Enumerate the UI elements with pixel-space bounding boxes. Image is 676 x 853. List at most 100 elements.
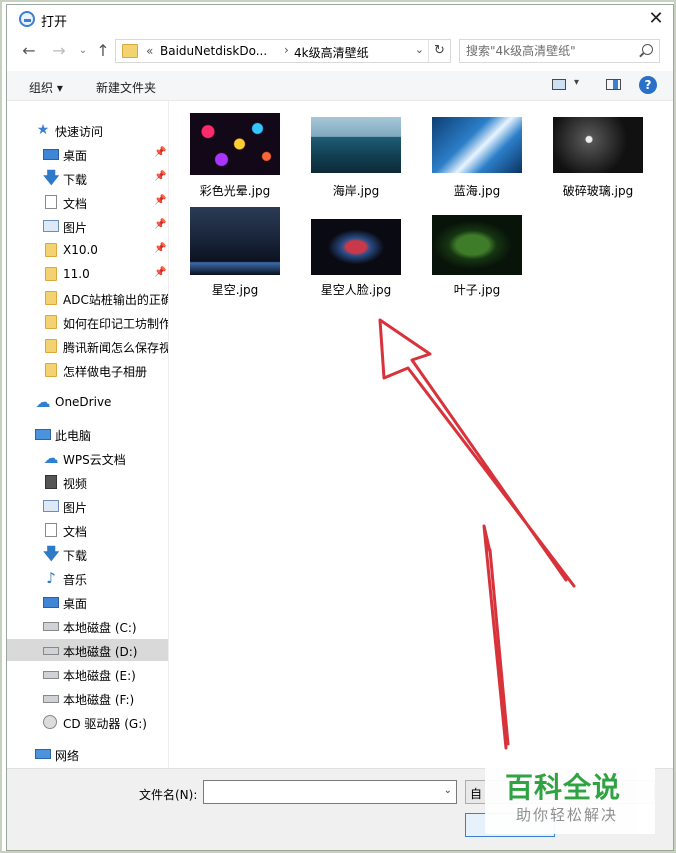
preview-pane-icon[interactable] <box>606 79 621 90</box>
sidebar-item-label: 桌面 <box>63 597 88 611</box>
sidebar-item-downloads[interactable]: 🡇 下载 📌 <box>7 167 168 189</box>
filename-label: 文件名(N): <box>139 788 198 802</box>
sidebar-item-label: ADC站桩输出的正确 <box>63 293 169 307</box>
download-icon: 🡇 <box>43 168 60 187</box>
sidebar-item-yinji[interactable]: 如何在印记工坊制作 <box>7 311 168 333</box>
forward-button[interactable]: → <box>49 41 69 61</box>
sidebar-item-drive-c[interactable]: 本地磁盘 (C:) <box>7 615 168 637</box>
sidebar-item-photo-album[interactable]: 怎样做电子相册 <box>7 359 168 381</box>
sidebar-item-drive-f[interactable]: 本地磁盘 (F:) <box>7 687 168 709</box>
sidebar-item-desktop-pc[interactable]: 桌面 <box>7 591 168 613</box>
sidebar-item-quick-access[interactable]: ★ 快速访问 <box>7 119 168 141</box>
file-tile[interactable]: 星空人脸.jpg <box>301 205 411 305</box>
drive-icon <box>43 695 59 703</box>
sidebar-item-label: 文档 <box>63 525 88 539</box>
sidebar-item-wps-cloud[interactable]: ☁ WPS云文档 <box>7 447 168 469</box>
sidebar-item-label: 本地磁盘 (C:) <box>63 621 137 635</box>
change-view-icon[interactable] <box>552 79 566 90</box>
search-box[interactable] <box>459 39 660 63</box>
file-tile[interactable]: 星空.jpg <box>180 205 290 305</box>
sidebar-item-label: 本地磁盘 (D:) <box>63 645 138 659</box>
file-name: 彩色光晕.jpg <box>199 184 271 198</box>
sidebar-item-label: 本地磁盘 (E:) <box>63 669 136 683</box>
sidebar-item-label: 文档 <box>63 197 88 211</box>
file-tile[interactable]: 叶子.jpg <box>422 205 532 305</box>
organize-menu[interactable]: 组织 ▾ <box>29 79 63 96</box>
file-list: 彩色光晕.jpg 海岸.jpg 蓝海.jpg 破碎玻璃.jpg 星空.jpg 星… <box>170 101 673 768</box>
pin-icon: 📌 <box>154 243 167 254</box>
file-tile[interactable]: 破碎玻璃.jpg <box>543 111 653 211</box>
sidebar-item-label: OneDrive <box>55 395 112 409</box>
sidebar-item-label: 怎样做电子相册 <box>63 365 148 379</box>
folder-icon <box>45 243 57 257</box>
up-button[interactable]: ↑ <box>93 41 113 61</box>
file-type-label: 自 <box>470 787 483 801</box>
watermark-title: 百科全说 <box>505 771 622 804</box>
image-thumbnail <box>432 215 522 275</box>
new-folder-button[interactable]: 新建文件夹 <box>96 79 156 96</box>
sidebar-item-adc[interactable]: ADC站桩输出的正确 <box>7 287 169 309</box>
search-input[interactable] <box>466 43 636 59</box>
drive-icon <box>43 671 59 679</box>
filename-input[interactable] <box>208 784 433 800</box>
sidebar-item-11[interactable]: 11.0 📌 <box>7 263 168 285</box>
file-tile[interactable]: 彩色光晕.jpg <box>180 111 290 211</box>
recent-locations-chevron-icon[interactable]: ⌄ <box>73 41 93 61</box>
file-tile[interactable]: 蓝海.jpg <box>422 111 532 211</box>
file-name: 星空.jpg <box>211 283 259 297</box>
back-button[interactable]: ← <box>19 41 39 61</box>
sidebar-item-pictures-pc[interactable]: 图片 <box>7 495 168 517</box>
filename-dropdown-icon[interactable]: ⌄ <box>444 785 452 796</box>
pin-icon: 📌 <box>154 171 167 182</box>
help-icon[interactable]: ? <box>639 76 657 94</box>
sidebar-item-label: 11.0 <box>63 267 90 281</box>
app-icon <box>19 11 35 27</box>
sidebar-item-onedrive[interactable]: ☁ OneDrive <box>7 391 168 413</box>
sidebar-item-drive-d[interactable]: 本地磁盘 (D:) <box>7 639 168 661</box>
sidebar-item-label: 网络 <box>55 749 80 763</box>
sidebar-item-label: 本地磁盘 (F:) <box>63 693 135 707</box>
pin-icon: 📌 <box>154 195 167 206</box>
sidebar-item-downloads-pc[interactable]: 🡇 下载 <box>7 543 168 565</box>
image-thumbnail <box>190 207 280 275</box>
sidebar-item-network[interactable]: 网络 <box>7 743 168 765</box>
title-bar: 打开 ✕ <box>7 5 673 33</box>
cd-drive-icon <box>43 715 57 729</box>
address-row: ← → ⌄ ↑ « BaiduNetdiskDo... › 4k级高清壁纸 ⌄ … <box>7 33 673 71</box>
sidebar-item-videos[interactable]: 视频 <box>7 471 168 493</box>
watermark-logo: 百科全说 助你轻松解决 <box>485 754 655 834</box>
breadcrumb-separator-icon[interactable]: › <box>284 43 289 57</box>
sidebar-item-label: CD 驱动器 (G:) <box>63 717 147 731</box>
sidebar-item-tencent-news[interactable]: 腾讯新闻怎么保存视 <box>7 335 168 357</box>
sidebar-item-label: WPS云文档 <box>63 453 126 467</box>
sidebar-item-desktop[interactable]: 桌面 📌 <box>7 143 168 165</box>
pin-icon: 📌 <box>154 267 167 278</box>
filename-combobox[interactable]: ⌄ <box>203 780 457 804</box>
sidebar-item-documents-pc[interactable]: 文档 <box>7 519 168 541</box>
breadcrumb-segment-current[interactable]: 4k级高清壁纸 <box>294 44 369 61</box>
sidebar-item-label: 图片 <box>63 221 88 235</box>
refresh-button[interactable]: ↻ <box>428 40 450 62</box>
search-icon[interactable] <box>642 44 653 55</box>
file-name: 破碎玻璃.jpg <box>562 184 634 198</box>
address-dropdown-icon[interactable]: ⌄ <box>415 43 424 56</box>
sidebar-item-music[interactable]: ♪ 音乐 <box>7 567 168 589</box>
sidebar-item-this-pc[interactable]: 此电脑 <box>7 423 168 445</box>
file-tile[interactable]: 海岸.jpg <box>301 111 411 211</box>
sidebar-item-cd-drive[interactable]: CD 驱动器 (G:) <box>7 711 168 733</box>
folder-icon <box>45 339 57 353</box>
document-icon <box>45 523 57 537</box>
address-bar[interactable]: « BaiduNetdiskDo... › 4k级高清壁纸 ⌄ ↻ <box>115 39 451 63</box>
image-thumbnail <box>311 117 401 173</box>
sidebar-item-label: 图片 <box>63 501 88 515</box>
pin-icon: 📌 <box>154 147 167 158</box>
breadcrumb-overflow[interactable]: « <box>146 44 153 58</box>
dialog-title: 打开 <box>41 15 68 30</box>
sidebar-item-drive-e[interactable]: 本地磁盘 (E:) <box>7 663 168 685</box>
view-options-chevron-icon[interactable]: ▾ <box>574 77 579 88</box>
sidebar-item-pictures[interactable]: 图片 📌 <box>7 215 168 237</box>
breadcrumb-segment-parent[interactable]: BaiduNetdiskDo... <box>160 44 267 58</box>
sidebar-item-documents[interactable]: 文档 📌 <box>7 191 168 213</box>
sidebar-item-x10[interactable]: X10.0 📌 <box>7 239 168 261</box>
close-button[interactable]: ✕ <box>645 8 667 30</box>
